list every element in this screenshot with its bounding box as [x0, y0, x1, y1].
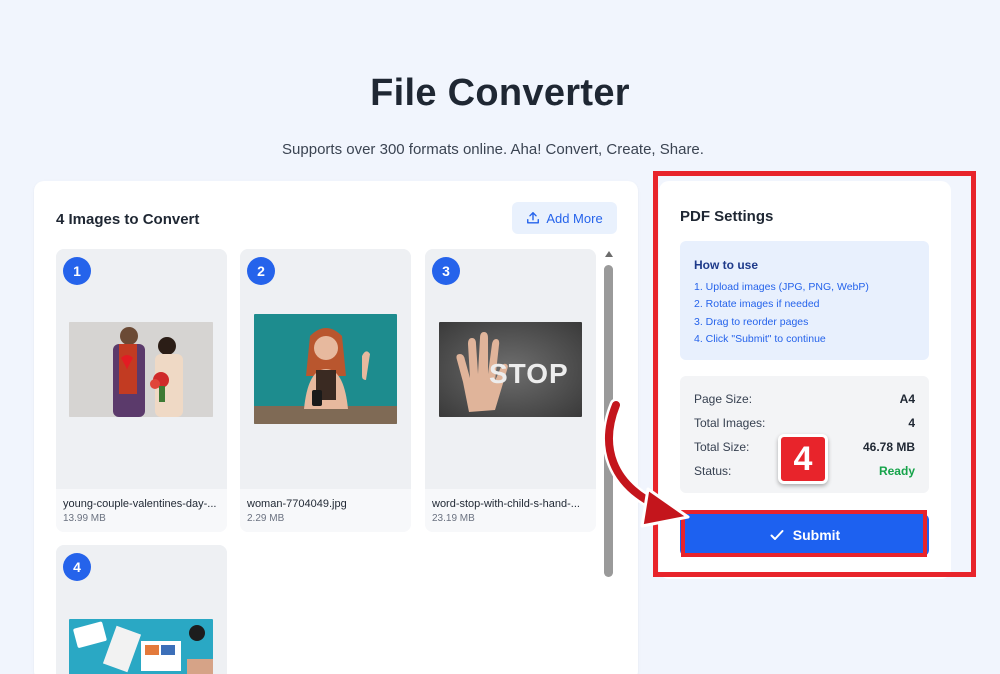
total-images-value: 4	[908, 416, 915, 430]
total-size-label: Total Size:	[694, 440, 750, 454]
image-card-2[interactable]: 2 woman-7704049.jpg 2.29 MB	[240, 249, 411, 532]
page-size-value: A4	[899, 392, 915, 406]
stop-sign-text: STOP	[489, 358, 569, 389]
page-subtitle: Supports over 300 formats online. Aha! C…	[282, 141, 704, 158]
status-badge: Ready	[878, 464, 915, 478]
how-to-use-box: How to use 1. Upload images (JPG, PNG, W…	[680, 241, 929, 360]
image-order-badge: 2	[247, 257, 275, 285]
checkmark-icon	[770, 530, 784, 540]
image-thumbnail-woman	[254, 314, 397, 424]
images-panel: 4 Images to Convert Add More 1 young-cou…	[34, 181, 638, 674]
scroll-up-arrow-icon[interactable]	[605, 251, 613, 257]
page-size-row: Page Size: A4	[694, 392, 915, 408]
how-to-step: 1. Upload images (JPG, PNG, WebP)	[694, 281, 869, 293]
pdf-settings-title: PDF Settings	[680, 208, 774, 225]
total-size-value: 46.78 MB	[862, 440, 915, 454]
total-images-row: Total Images: 4	[694, 416, 915, 432]
image-thumbnail-desk	[69, 619, 213, 674]
how-to-step: 4. Click "Submit" to continue	[694, 333, 826, 345]
image-order-badge: 3	[432, 257, 460, 285]
page-title: File Converter	[370, 72, 630, 114]
submit-button[interactable]: Submit	[680, 514, 929, 556]
status-label: Status:	[694, 464, 732, 478]
scrollbar[interactable]	[602, 251, 616, 674]
scrollbar-thumb[interactable]	[604, 265, 613, 577]
annotation-step-number: 4	[778, 434, 828, 484]
image-thumbnail-couple	[69, 322, 213, 417]
how-to-step: 3. Drag to reorder pages	[694, 316, 809, 328]
total-images-label: Total Images:	[694, 416, 766, 430]
images-count-heading: 4 Images to Convert	[56, 211, 200, 228]
upload-icon	[527, 212, 540, 224]
how-to-use-title: How to use	[694, 258, 759, 272]
how-to-step: 2. Rotate images if needed	[694, 298, 820, 310]
image-order-badge: 1	[63, 257, 91, 285]
image-thumbnail-stop-hand: STOP	[439, 322, 582, 417]
add-more-button[interactable]: Add More	[512, 202, 617, 234]
add-more-label: Add More	[546, 210, 603, 226]
file-size: 13.99 MB	[63, 513, 106, 524]
file-name: word-stop-with-child-s-hand-...	[432, 498, 580, 510]
pdf-settings-panel: PDF Settings How to use 1. Upload images…	[659, 181, 951, 579]
file-size: 2.29 MB	[247, 513, 285, 524]
file-name: woman-7704049.jpg	[247, 498, 347, 510]
image-card-3[interactable]: STOP 3 word-stop-with-child-s-hand-... 2…	[425, 249, 596, 532]
file-size: 23.19 MB	[432, 513, 475, 524]
image-order-badge: 4	[63, 553, 91, 581]
image-card-1[interactable]: 1 young-couple-valentines-day-... 13.99 …	[56, 249, 227, 532]
submit-label: Submit	[792, 527, 841, 543]
file-name: young-couple-valentines-day-...	[63, 498, 217, 510]
image-card-4[interactable]: 4	[56, 545, 227, 674]
page-size-label: Page Size:	[694, 392, 753, 406]
